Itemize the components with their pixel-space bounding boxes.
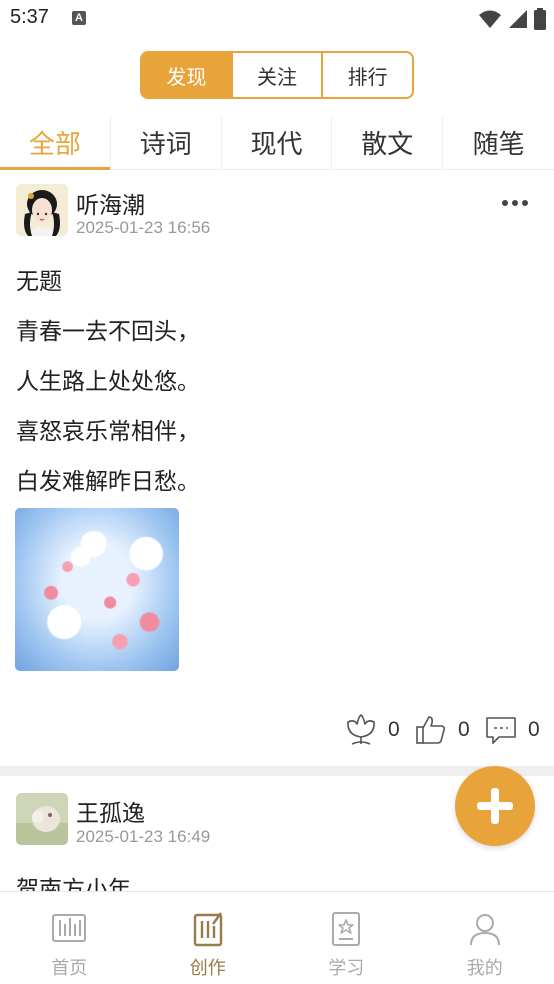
post-card[interactable]: 听海潮 2025-01-23 16:56 无题 青春一去不回头， 人生路上处处悠…: [0, 170, 554, 766]
battery-icon: [534, 8, 546, 30]
nav-profile[interactable]: 我的: [416, 892, 554, 984]
segment-ranking[interactable]: 排行: [321, 53, 412, 97]
like-count: 0: [458, 718, 470, 741]
profile-icon: [469, 914, 500, 946]
post-line: 人生路上处处悠。: [16, 369, 200, 395]
more-options-icon[interactable]: [502, 200, 528, 206]
feed-segmented-control: 发现 关注 排行: [140, 51, 414, 99]
post-date: 2025-01-23 16:56: [76, 218, 211, 237]
thumbs-up-icon: [416, 716, 446, 744]
category-tabs: 全部 诗词 现代 散文 随笔: [0, 116, 554, 170]
notification-icon: A: [72, 11, 86, 25]
post-date: 2025-01-23 16:49: [76, 827, 211, 846]
post-line: 白发难解昨日愁。: [16, 469, 200, 495]
nav-label: 学习: [328, 958, 365, 979]
study-icon: [332, 912, 361, 946]
nav-label: 首页: [51, 958, 88, 979]
like-button[interactable]: 0: [414, 713, 470, 747]
bottom-navigation: 首页 创作 学习 我的: [0, 891, 554, 984]
avatar[interactable]: [16, 793, 68, 845]
signal-icon: [509, 10, 527, 28]
post-author[interactable]: 王孤逸: [76, 794, 145, 828]
nav-home[interactable]: 首页: [0, 892, 139, 984]
tab-modern[interactable]: 现代: [222, 116, 333, 169]
comment-count: 0: [528, 718, 540, 741]
plus-icon: [477, 788, 513, 824]
status-time: 5:37: [10, 6, 49, 28]
tab-poetry[interactable]: 诗词: [111, 116, 222, 169]
tab-essay[interactable]: 随笔: [443, 116, 554, 169]
post-actions: 0 0 0: [344, 710, 554, 750]
tab-all[interactable]: 全部: [0, 116, 111, 170]
segment-following[interactable]: 关注: [230, 53, 322, 97]
flower-button[interactable]: 0: [344, 713, 400, 747]
nav-label: 创作: [189, 958, 226, 979]
post-title: 贺南方小年: [16, 877, 131, 891]
post-author[interactable]: 听海潮: [76, 186, 145, 220]
nav-study[interactable]: 学习: [277, 892, 416, 984]
tab-prose[interactable]: 散文: [332, 116, 444, 169]
create-icon: [193, 912, 222, 947]
avatar[interactable]: [16, 184, 68, 236]
home-icon: [52, 914, 87, 942]
segment-discover[interactable]: 发现: [142, 53, 231, 97]
comment-icon: [486, 717, 516, 744]
nav-create[interactable]: 创作: [139, 892, 278, 984]
flower-icon: [347, 714, 375, 745]
post-line: 青春一去不回头，: [16, 319, 200, 345]
wifi-icon: [479, 10, 501, 28]
status-bar: 5:37 A: [0, 0, 554, 40]
flower-count: 0: [388, 718, 400, 741]
create-post-button[interactable]: [455, 766, 535, 846]
post-title: 无题: [16, 269, 62, 295]
post-line: 喜怒哀乐常相伴，: [16, 419, 200, 445]
post-image[interactable]: [15, 508, 179, 671]
nav-label: 我的: [466, 958, 503, 979]
status-icons: [478, 8, 546, 30]
comment-button[interactable]: 0: [484, 713, 540, 747]
